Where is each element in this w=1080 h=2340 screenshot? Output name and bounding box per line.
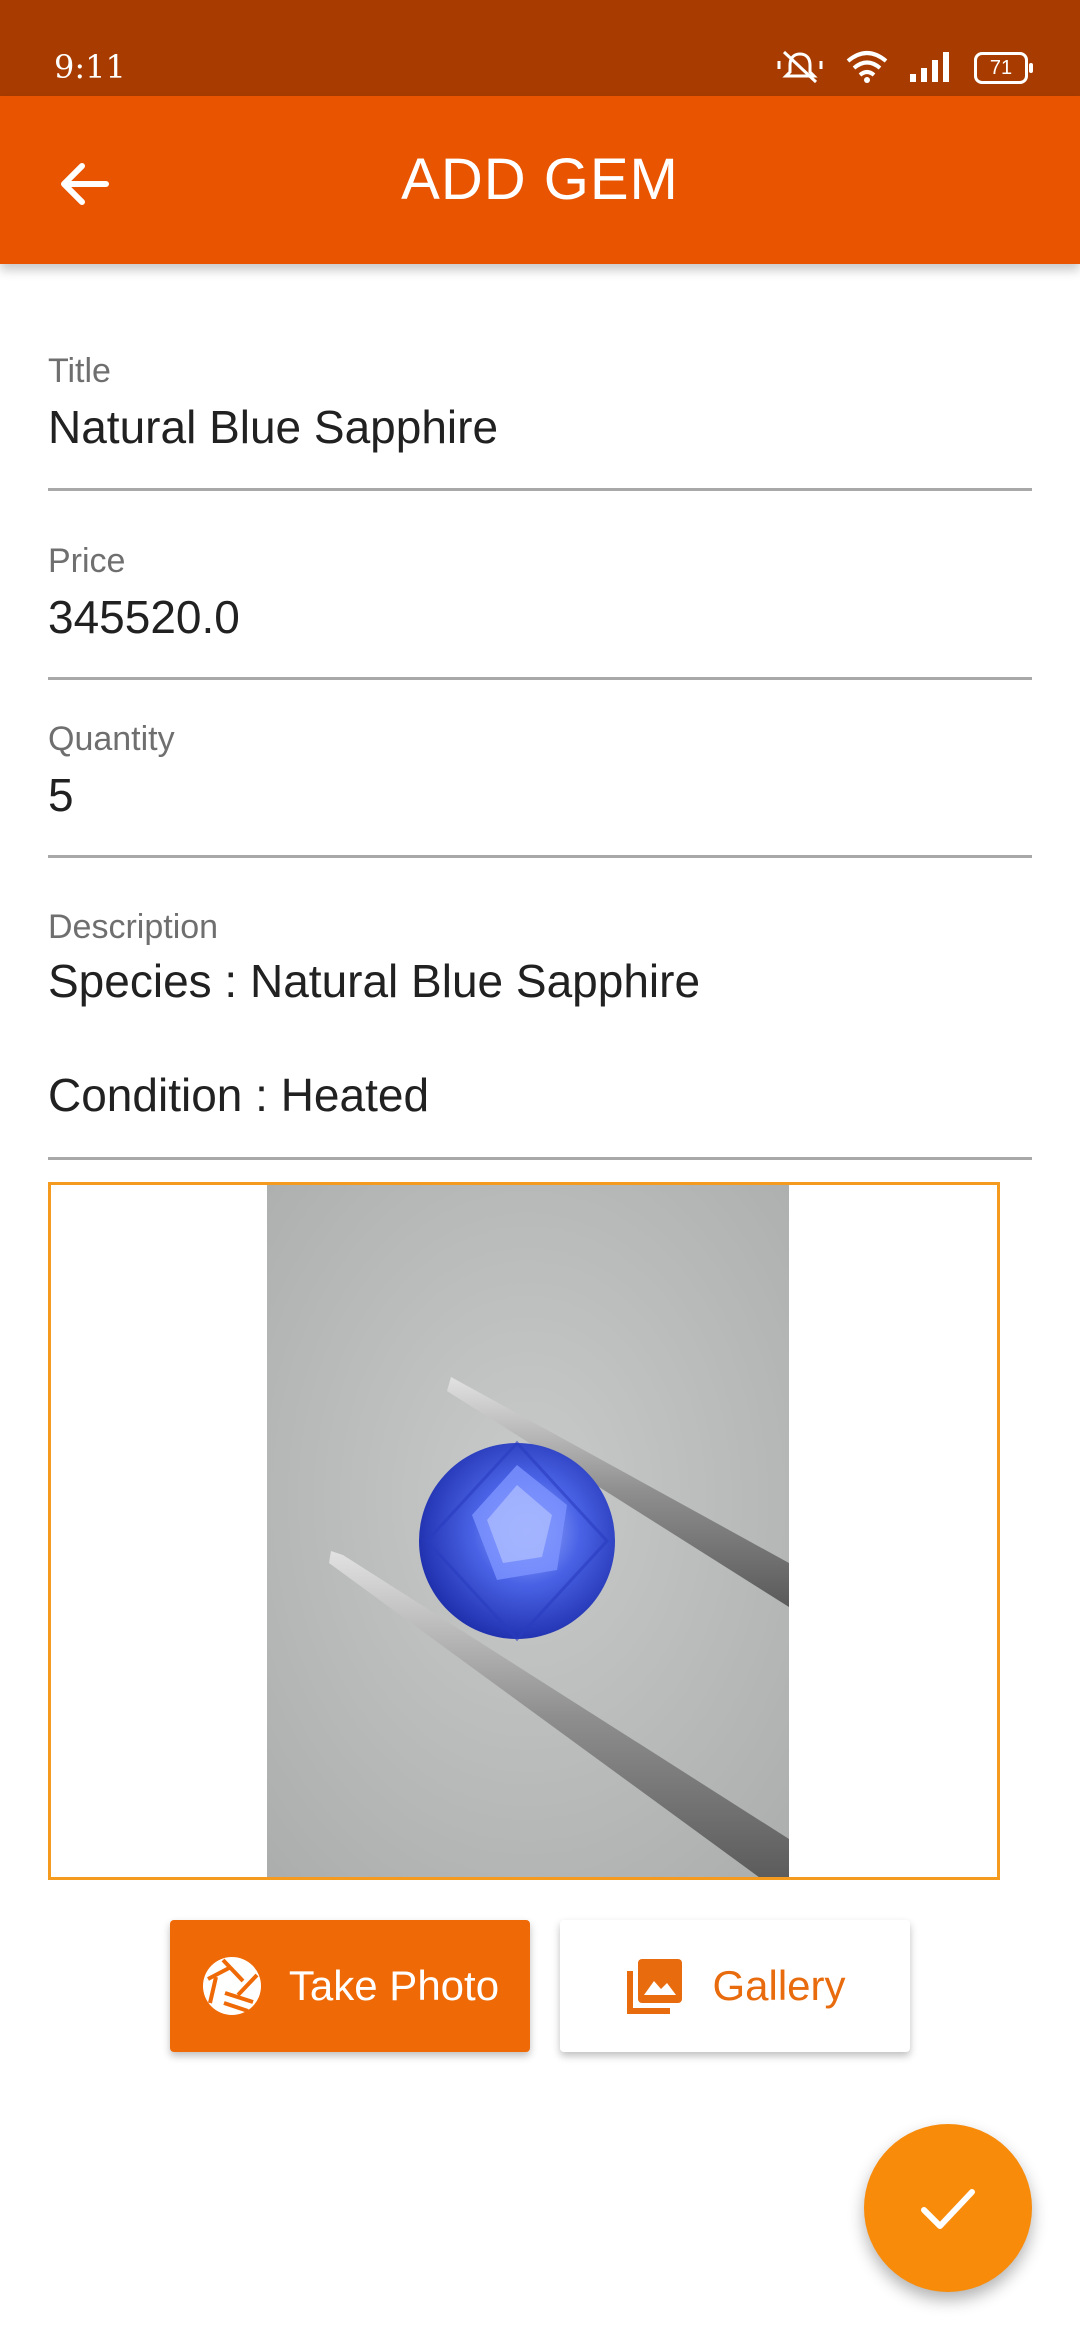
price-field[interactable]: Price 345520.0: [48, 536, 1032, 680]
app-bar: ADD GEM: [0, 96, 1080, 264]
signal-icon: [910, 50, 952, 87]
quantity-field[interactable]: Quantity 5: [48, 714, 1032, 858]
price-label: Price: [48, 542, 126, 580]
status-time: 9:11: [54, 48, 126, 86]
status-bar: 9:11 71: [0, 0, 1080, 96]
gallery-button[interactable]: Gallery: [560, 1920, 910, 2052]
title-input[interactable]: Natural Blue Sapphire: [48, 400, 498, 454]
take-photo-button[interactable]: Take Photo: [170, 1920, 530, 2052]
gallery-label: Gallery: [712, 1962, 846, 2009]
quantity-label: Quantity: [48, 720, 175, 758]
camera-shutter-icon: [202, 1957, 261, 2015]
status-icons: 71: [776, 48, 1033, 89]
battery-icon: 71: [974, 52, 1033, 84]
save-fab-button[interactable]: [864, 2124, 1032, 2292]
page-title: ADD GEM: [401, 147, 679, 212]
price-input[interactable]: 345520.0: [48, 590, 240, 644]
mute-icon: [776, 48, 824, 89]
gem-photo: [267, 1185, 789, 1877]
image-preview: [48, 1182, 1000, 1880]
title-field[interactable]: Title Natural Blue Sapphire: [48, 346, 1032, 491]
wifi-icon: [846, 49, 888, 88]
quantity-input[interactable]: 5: [48, 768, 74, 822]
description-line-1[interactable]: Species : Natural Blue Sapphire: [48, 954, 700, 1008]
check-icon: [921, 2189, 975, 2229]
title-label: Title: [48, 352, 111, 390]
description-line-2[interactable]: Condition : Heated: [48, 1068, 429, 1122]
description-field[interactable]: Description Species : Natural Blue Sapph…: [48, 904, 1032, 1160]
take-photo-label: Take Photo: [288, 1962, 500, 2009]
gallery-icon: [627, 1959, 683, 2014]
description-label: Description: [48, 908, 219, 946]
